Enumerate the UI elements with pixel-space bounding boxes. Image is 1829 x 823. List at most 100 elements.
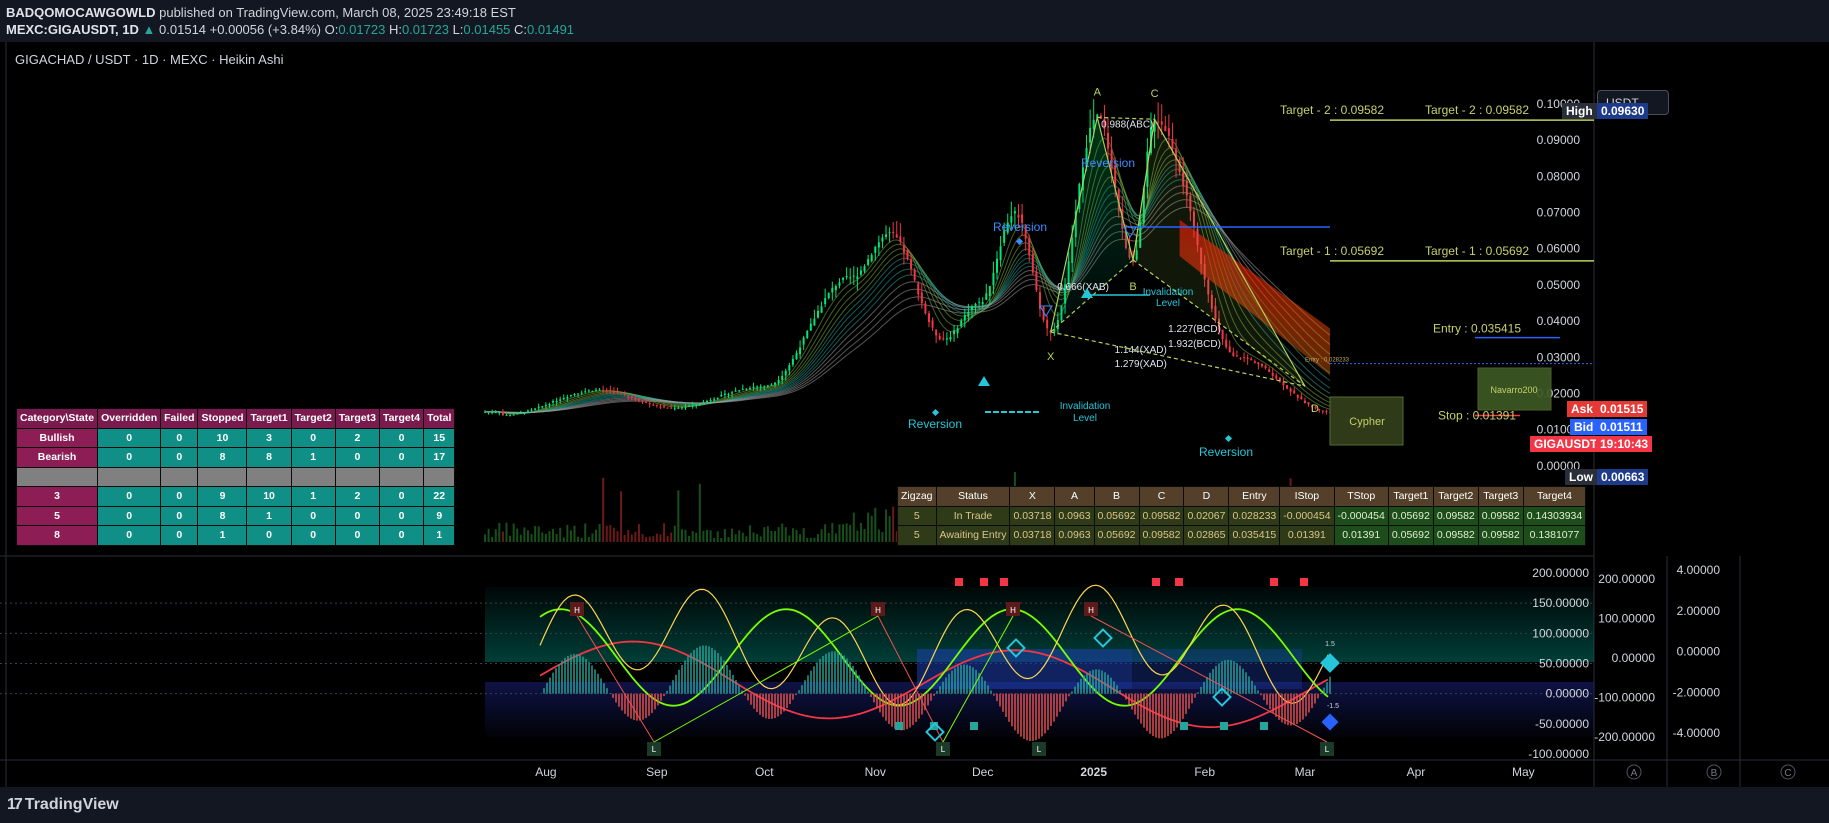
osc-histogram-bar (765, 693, 767, 719)
osc-axis2-label: 0.00000 (1612, 651, 1656, 665)
reversion-label: Reversion (993, 220, 1047, 234)
osc-1-5-label: 1.5 (1325, 641, 1335, 648)
volume-bar (820, 529, 823, 542)
point-a-label: A (1094, 86, 1102, 98)
state-table-header: Stopped (197, 408, 248, 429)
volume-bar (713, 538, 716, 542)
osc-histogram-bar (786, 693, 788, 709)
osc-axis2-label: -200.00000 (1594, 730, 1655, 744)
osc-histogram-bar (1215, 665, 1217, 694)
candle-body (741, 388, 744, 390)
candle-body (1289, 388, 1292, 392)
volume-bar (484, 534, 486, 542)
trade-table-cell: 0.09582 (1477, 525, 1524, 546)
volume-bar (587, 536, 590, 542)
candle-body (752, 386, 755, 388)
volume-bar (852, 512, 855, 542)
osc-histogram-bar (1188, 693, 1190, 709)
osc-axis-label: -50.00000 (1535, 717, 1589, 731)
osc-histogram-bar (1266, 693, 1268, 705)
osc-axis-label: 200.00000 (1532, 566, 1589, 580)
state-table-cell: 5 (15, 505, 99, 526)
osc-histogram-bar (1233, 661, 1235, 694)
high-value: 0.01723 (401, 22, 449, 37)
volume-bar (752, 532, 755, 542)
candle-body (874, 246, 877, 253)
osc-histogram-bar (948, 673, 950, 694)
ratio-bcd-1: 1.227(BCD) (1168, 324, 1221, 335)
candle-body (498, 412, 501, 414)
pane-button: B (1711, 768, 1718, 779)
osc-histogram-bar (561, 660, 563, 694)
trade-table-header: Target2 (1432, 486, 1479, 507)
volume-bar (863, 528, 866, 542)
candle-body (620, 392, 623, 394)
reversion-label: Reversion (1081, 156, 1135, 170)
candle-body (655, 404, 658, 406)
countdown-badge: 19:10:43 (1596, 436, 1653, 452)
publish-info: published on TradingView.com, March 08, … (159, 5, 516, 20)
candle-body (842, 277, 845, 280)
osc-axis2-label: 200.00000 (1598, 572, 1655, 586)
candle-body (820, 306, 823, 313)
osc-histogram-bar (1071, 691, 1073, 694)
footer: 17 TradingView (0, 787, 1829, 823)
state-table-row: 3 0 0 9 10 1 2 0 22 (15, 486, 456, 507)
osc-histogram-bar (927, 693, 929, 706)
osc-axis2-label: 100.00000 (1598, 612, 1655, 626)
state-table-cell (15, 466, 99, 487)
osc-histogram-bar (1173, 693, 1175, 732)
volume-bar (648, 536, 651, 542)
osc-histogram-bar (606, 688, 608, 694)
osc-histogram-bar (711, 647, 713, 694)
osc-histogram-bar (615, 693, 617, 703)
candle-body (688, 405, 691, 407)
candle-body (602, 389, 605, 391)
state-table-row: Bearish 0 0 8 8 1 0 0 17 (15, 447, 456, 468)
chart-canvas[interactable]: H H H H L L L L 1.5 -1.5 0.10000 0.09000 0.08000 0.0… (0, 42, 1829, 787)
osc-histogram-bar (633, 693, 635, 720)
trade-table-cell: -0.000454 (1279, 505, 1335, 526)
state-table-cell: 8 (197, 447, 248, 468)
osc-histogram-bar (828, 652, 830, 694)
state-table-cell: 8 (15, 525, 99, 546)
candle-body (745, 388, 748, 390)
osc-histogram-bar (792, 693, 794, 700)
volume-bar (802, 528, 805, 542)
state-table-cell: 0 (290, 525, 336, 546)
osc-histogram-bar (1035, 693, 1037, 741)
volume-bar (777, 527, 780, 542)
candle-body (1260, 363, 1263, 367)
osc-teal-square (1220, 722, 1228, 730)
volume-bar (892, 506, 895, 542)
state-table-cell: 8 (197, 505, 248, 526)
osc-histogram-bar (1011, 693, 1013, 727)
osc-histogram-bar (648, 693, 650, 716)
osc-histogram-bar (1056, 693, 1058, 717)
entry-small-label: Entry : 0.028233 (1305, 358, 1350, 364)
osc-histogram-bar (1101, 670, 1103, 694)
entry-label: Entry : 0.035415 (1433, 322, 1521, 336)
osc-histogram-bar (1128, 693, 1130, 705)
candle-body (892, 232, 895, 234)
author-name[interactable]: BADQOMOCAWGOWLD (6, 5, 155, 20)
invalidation-label: Invalidation (1143, 287, 1194, 298)
price-change: +0.00056 (+3.84%) (209, 22, 321, 37)
candle-body (509, 415, 512, 417)
volume-bar (598, 523, 601, 542)
osc-histogram-bar (882, 693, 884, 717)
level-label: Level (1156, 298, 1180, 309)
candle-body (716, 397, 719, 400)
tradingview-logo[interactable]: 17 TradingView (7, 796, 119, 814)
state-table-cell: 0 (160, 525, 199, 546)
trade-table: Zigzag Status X A B C D Entry IStop TStop Target1 T… (897, 486, 1587, 546)
volume-bar (813, 537, 816, 542)
state-table-cell: 0 (334, 447, 380, 468)
osc-histogram-bar (822, 656, 824, 694)
state-table-header: Target4 (378, 408, 425, 429)
candle-body (670, 407, 673, 409)
candle-body (1268, 369, 1271, 373)
volume-bar (774, 531, 777, 542)
candle-body (587, 390, 590, 392)
osc-axis-label: 150.00000 (1532, 596, 1589, 610)
